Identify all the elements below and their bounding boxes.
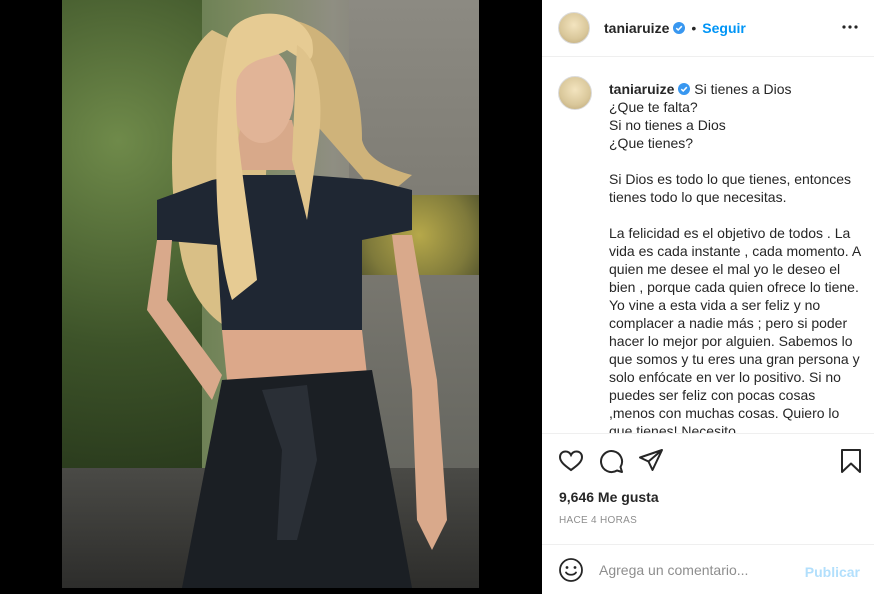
post-actions xyxy=(542,435,874,487)
comment-icon[interactable] xyxy=(598,448,624,474)
caption-avatar[interactable] xyxy=(558,76,592,110)
comment-input[interactable] xyxy=(599,561,789,578)
follow-button[interactable]: Seguir xyxy=(702,20,746,36)
separator-dot: • xyxy=(691,20,697,36)
more-options-icon[interactable] xyxy=(842,19,858,35)
publish-button[interactable]: Publicar xyxy=(805,564,860,580)
post-photo[interactable] xyxy=(62,0,479,588)
verified-badge-icon xyxy=(678,83,691,95)
caption-username[interactable]: taniaruize xyxy=(609,81,674,97)
share-icon[interactable] xyxy=(638,448,664,474)
post-panel: taniaruize • Seguir taniaruize Si tienes… xyxy=(542,0,874,594)
comment-bar: Publicar xyxy=(542,544,874,594)
header-username[interactable]: taniaruize xyxy=(604,20,669,36)
caption-scroll-area[interactable]: taniaruize Si tienes a Dios ¿Que te falt… xyxy=(542,57,874,434)
post-timestamp[interactable]: HACE 4 HORAS xyxy=(559,515,637,526)
avatar[interactable] xyxy=(558,12,590,44)
bookmark-icon[interactable] xyxy=(838,448,864,474)
media-area xyxy=(0,0,542,594)
caption: taniaruize Si tienes a Dios ¿Que te falt… xyxy=(609,80,861,434)
verified-badge-icon xyxy=(673,22,686,34)
caption-body: Si tienes a Dios ¿Que te falta? Si no ti… xyxy=(609,81,861,434)
post-header: taniaruize • Seguir xyxy=(542,0,874,57)
heart-icon[interactable] xyxy=(558,448,584,474)
likes-count[interactable]: 9,646 Me gusta xyxy=(559,489,659,505)
photo-subject xyxy=(147,13,447,588)
emoji-icon[interactable] xyxy=(558,557,584,583)
